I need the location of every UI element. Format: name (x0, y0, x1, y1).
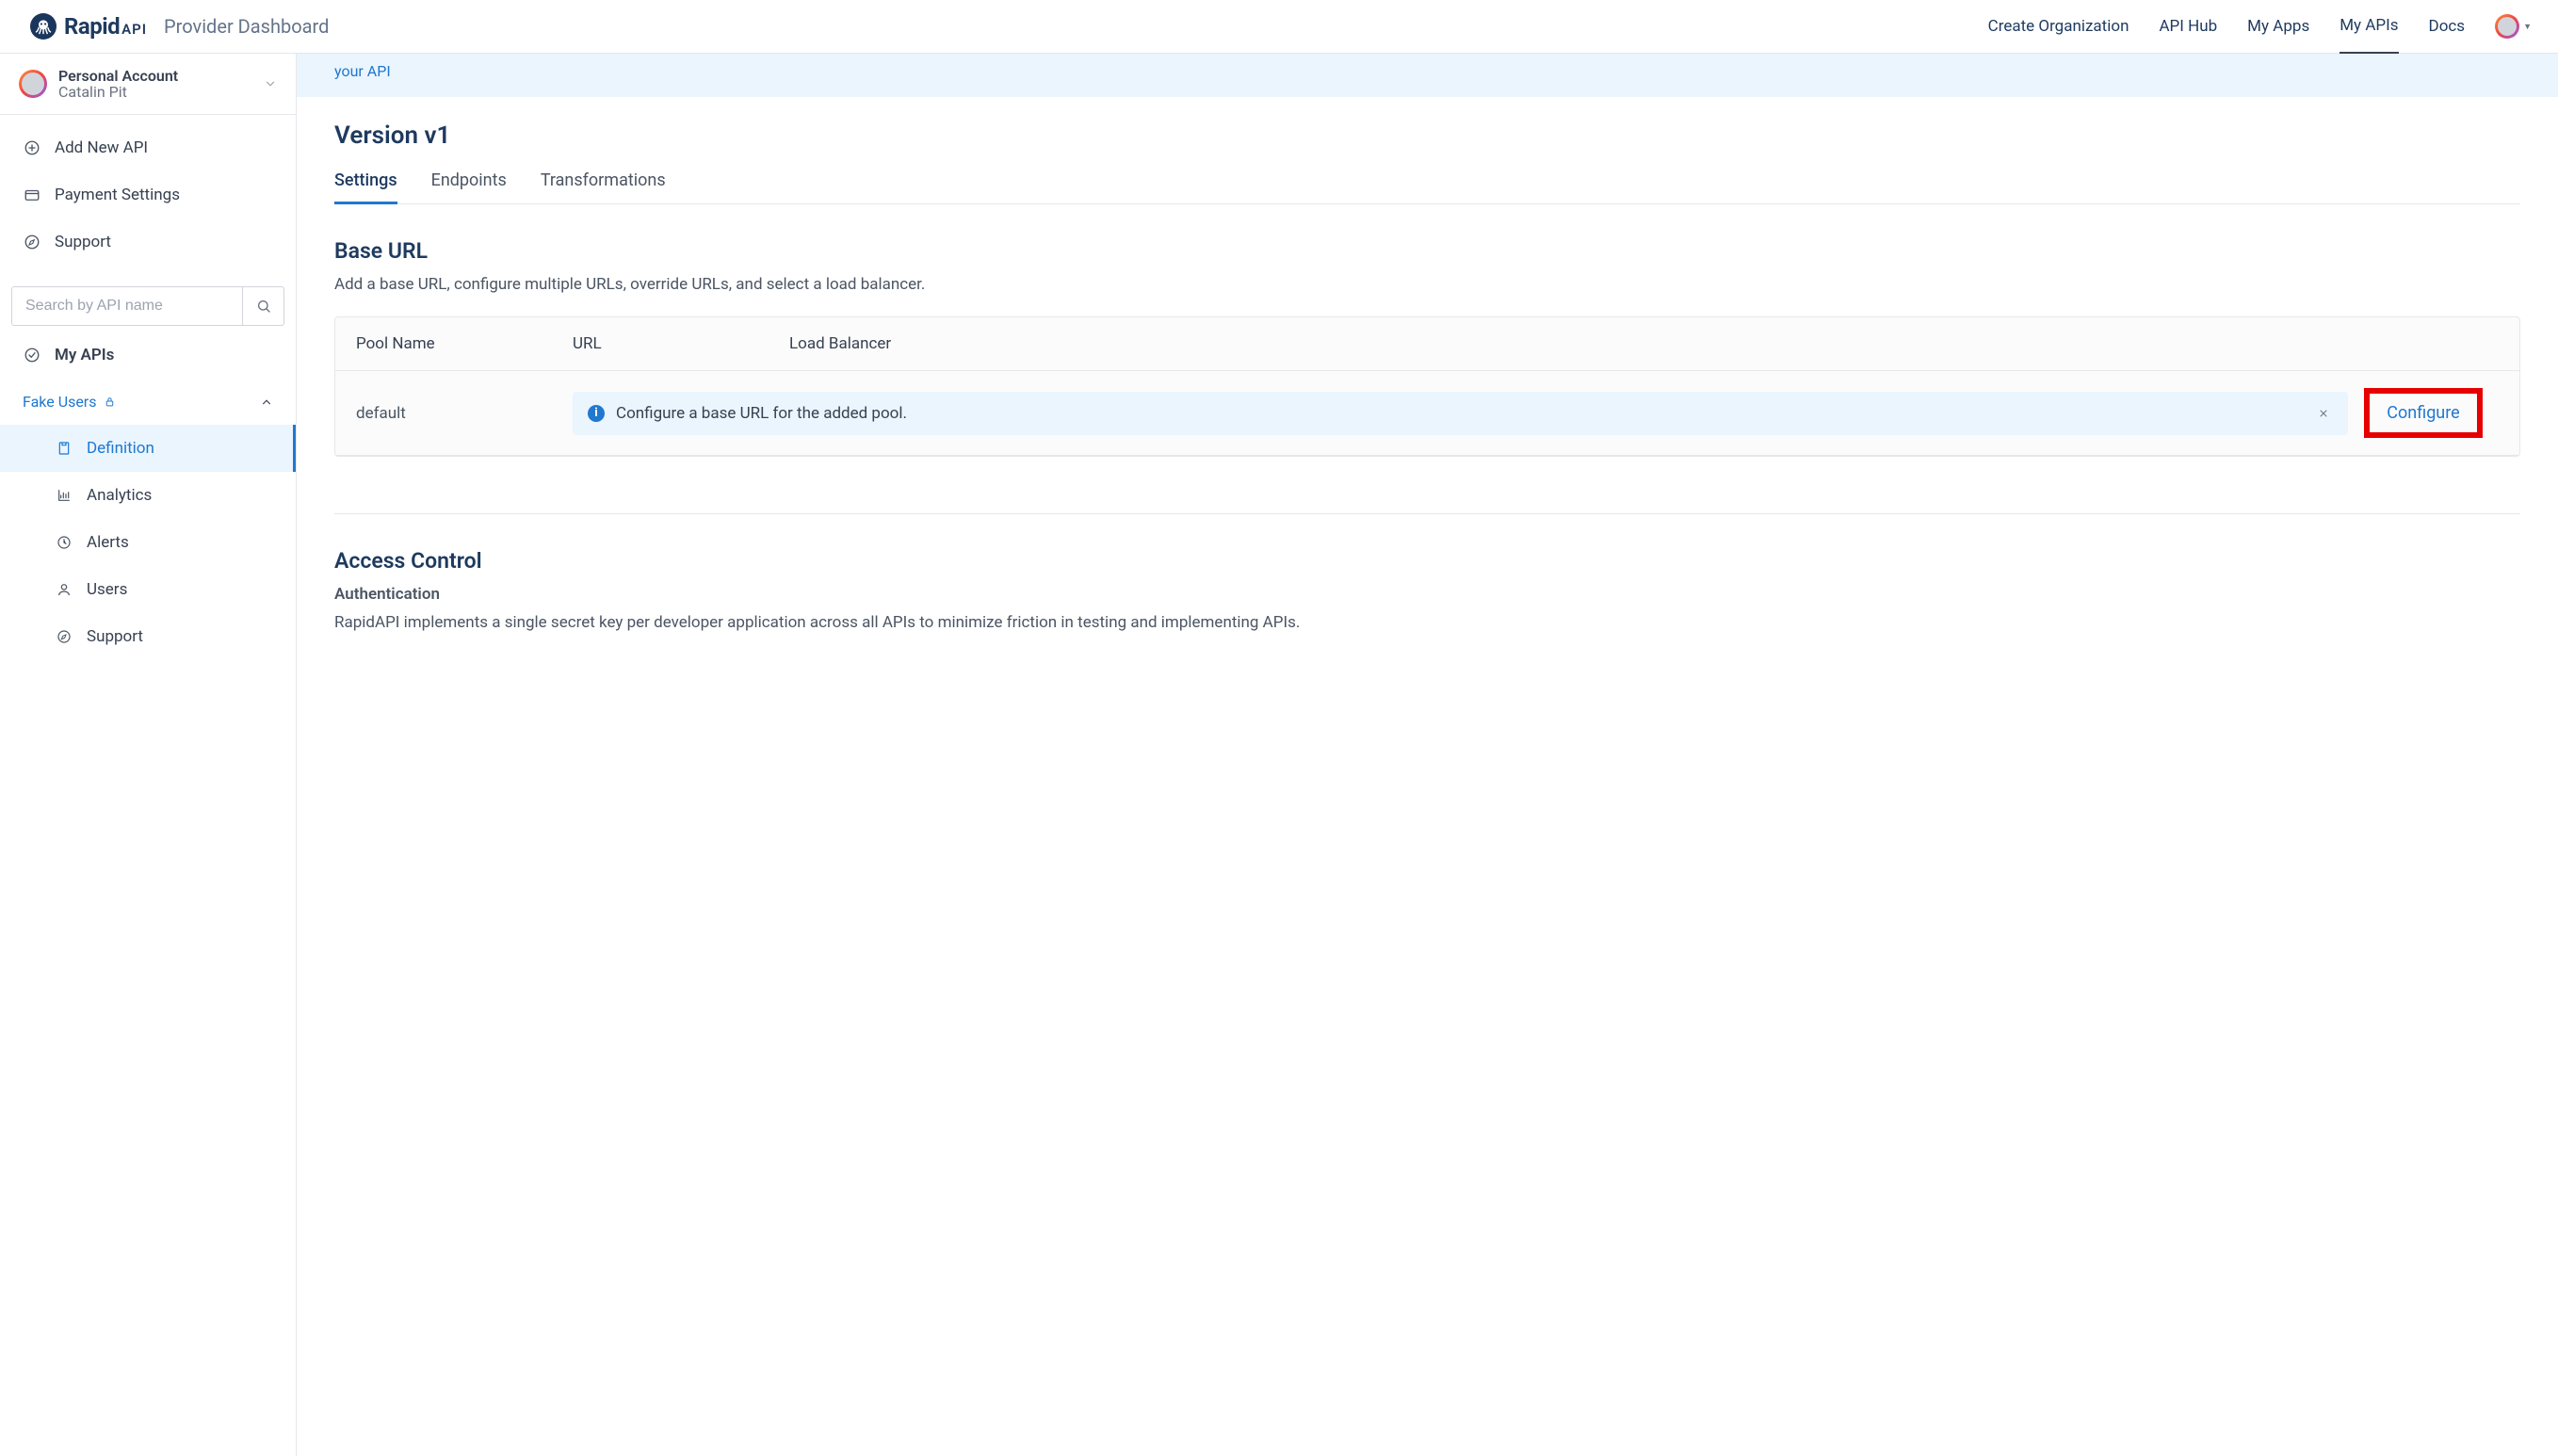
nav-docs[interactable]: Docs (2429, 17, 2466, 53)
compass-icon (23, 233, 41, 251)
info-icon: i (588, 405, 605, 422)
page-title: Provider Dashboard (164, 15, 329, 38)
sidebar-api-support[interactable]: Support (0, 613, 296, 660)
sidebar-my-apis[interactable]: My APIs (0, 332, 296, 379)
main-content: your API Version v1 Settings Endpoints T… (297, 54, 2558, 1456)
user-icon (55, 580, 73, 599)
version-title: Version v1 (334, 121, 2520, 150)
sidebar-item-label: Support (55, 233, 111, 251)
sidebar-item-label: Support (87, 627, 143, 646)
chevron-up-icon (260, 396, 273, 409)
sidebar-api-fake-users[interactable]: Fake Users (0, 379, 296, 425)
nav-api-hub[interactable]: API Hub (2159, 17, 2217, 53)
nav-my-apps[interactable]: My Apps (2247, 17, 2309, 53)
avatar (2495, 14, 2519, 39)
sidebar-definition[interactable]: Definition (0, 425, 296, 472)
col-url: URL (573, 334, 789, 353)
section-title: Access Control (334, 548, 2520, 574)
octopus-logo-icon (30, 13, 57, 40)
clock-icon (55, 533, 73, 552)
base-url-section: Base URL Add a base URL, configure multi… (334, 238, 2520, 457)
info-alert: i Configure a base URL for the added poo… (573, 392, 2348, 435)
chevron-down-icon (264, 77, 277, 90)
sidebar-payment-settings[interactable]: Payment Settings (0, 171, 296, 218)
tab-endpoints[interactable]: Endpoints (431, 170, 507, 203)
definition-icon (55, 439, 73, 458)
close-icon[interactable] (2314, 404, 2333, 423)
search-icon (256, 299, 271, 314)
col-pool-name: Pool Name (356, 334, 573, 353)
chevron-down-icon: ▼ (2523, 22, 2532, 32)
sidebar-analytics[interactable]: Analytics (0, 472, 296, 519)
search-input[interactable] (12, 287, 242, 325)
compass-icon (55, 627, 73, 646)
sidebar-item-label: Add New API (55, 138, 148, 157)
version-tabs: Settings Endpoints Transformations (334, 170, 2520, 204)
lock-icon (104, 396, 116, 408)
plus-circle-icon (23, 138, 41, 157)
analytics-icon (55, 486, 73, 505)
tab-transformations[interactable]: Transformations (541, 170, 666, 203)
card-icon (23, 186, 41, 204)
sidebar: Personal Account Catalin Pit Add New API… (0, 54, 297, 1456)
tab-settings[interactable]: Settings (334, 170, 397, 204)
auth-label: Authentication (334, 585, 2520, 604)
check-circle-icon (23, 346, 41, 364)
header-left: Rapid API Provider Dashboard (30, 13, 329, 40)
account-name: Catalin Pit (58, 83, 264, 101)
account-switcher[interactable]: Personal Account Catalin Pit (0, 54, 296, 115)
header-nav: Create Organization API Hub My Apps My A… (1988, 14, 2532, 39)
search-button[interactable] (242, 287, 283, 325)
header: Rapid API Provider Dashboard Create Orga… (0, 0, 2558, 54)
nav-create-org[interactable]: Create Organization (1988, 17, 2129, 53)
sidebar-item-label: Users (87, 580, 127, 599)
banner-link[interactable]: your API (334, 62, 391, 80)
sidebar-item-label: Analytics (87, 486, 152, 505)
info-banner: your API (297, 54, 2558, 97)
divider (334, 513, 2520, 514)
access-control-section: Access Control Authentication RapidAPI i… (334, 548, 2520, 636)
col-load-balancer: Load Balancer (789, 334, 2348, 353)
search-container (11, 286, 284, 326)
avatar (19, 70, 47, 98)
sidebar-item-label: Alerts (87, 533, 129, 552)
sidebar-item-label: Definition (87, 439, 154, 458)
sidebar-support[interactable]: Support (0, 218, 296, 266)
table-row: default i Configure a base URL for the a… (335, 371, 2519, 456)
nav-my-apis[interactable]: My APIs (2339, 16, 2398, 54)
section-title: Base URL (334, 238, 2520, 264)
sidebar-users[interactable]: Users (0, 566, 296, 613)
sidebar-item-label: Payment Settings (55, 186, 180, 204)
logo-text: Rapid API (64, 13, 147, 40)
user-menu[interactable]: ▼ (2495, 14, 2532, 39)
logo[interactable]: Rapid API (30, 13, 147, 40)
sidebar-item-label: My APIs (55, 346, 114, 364)
base-url-table: Pool Name URL Load Balancer default i Co… (334, 316, 2520, 457)
table-header: Pool Name URL Load Balancer (335, 317, 2519, 371)
pool-name: default (356, 404, 573, 423)
section-description: Add a base URL, configure multiple URLs,… (334, 275, 2520, 294)
sidebar-add-new-api[interactable]: Add New API (0, 124, 296, 171)
sidebar-alerts[interactable]: Alerts (0, 519, 296, 566)
auth-description: RapidAPI implements a single secret key … (334, 611, 2520, 636)
highlight-annotation: Configure (2364, 388, 2482, 438)
configure-button[interactable]: Configure (2387, 403, 2459, 423)
api-name: Fake Users (23, 393, 96, 411)
alert-text: Configure a base URL for the added pool. (616, 404, 2303, 423)
